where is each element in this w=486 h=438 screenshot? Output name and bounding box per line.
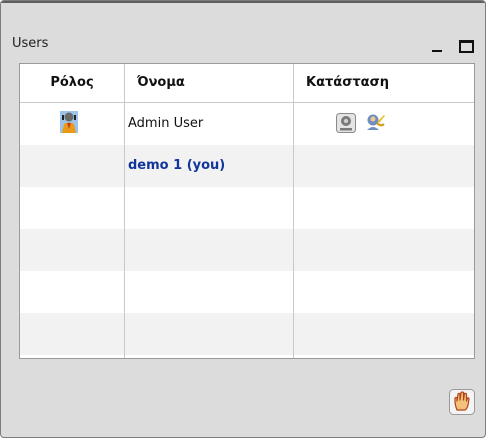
table-row[interactable]: demo 1 (you) (20, 145, 474, 187)
status-cell (294, 145, 474, 187)
empty-row (20, 313, 474, 355)
maximize-icon[interactable] (458, 39, 474, 53)
panel-title: Users (12, 36, 49, 51)
table-row[interactable]: Admin User (20, 103, 474, 145)
column-divider (293, 64, 294, 358)
column-divider (124, 64, 125, 102)
webcam-icon[interactable] (336, 113, 356, 133)
title-bar[interactable]: Users (1, 3, 485, 55)
column-divider (293, 64, 294, 102)
users-panel: Users Admin User demo 1 (you) Ρόλος Όνομ… (0, 0, 486, 438)
table-header: Ρόλος Όνομα Κατάσταση (20, 64, 474, 103)
empty-row (20, 271, 474, 313)
microphone-icon[interactable] (366, 113, 386, 133)
column-divider (124, 64, 125, 358)
status-cell (294, 103, 474, 145)
users-grid: Admin User demo 1 (you) Ρόλος Όνομα Κατά… (19, 63, 475, 359)
role-cell (20, 103, 124, 145)
user-name: Admin User (128, 116, 204, 131)
minimize-icon[interactable] (429, 39, 445, 53)
raise-hand-icon[interactable] (449, 389, 475, 415)
column-header-status[interactable]: Κατάσταση (294, 64, 474, 102)
user-name-you: demo 1 (you) (128, 158, 226, 173)
role-cell (20, 145, 124, 187)
column-header-role[interactable]: Ρόλος (20, 64, 124, 102)
empty-row (20, 229, 474, 271)
column-header-name[interactable]: Όνομα (125, 64, 293, 102)
empty-row (20, 187, 474, 229)
moderator-icon (60, 111, 78, 133)
